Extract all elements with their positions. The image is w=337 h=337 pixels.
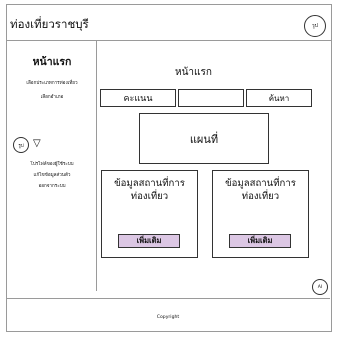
score-button[interactable]: คะแนน — [100, 89, 176, 107]
header-avatar[interactable]: รูป — [304, 15, 326, 37]
place-card-title-line1: ข้อมูลสถานที่การ — [225, 178, 296, 189]
ai-chat-button[interactable]: AI — [312, 279, 328, 295]
place-card-title: ข้อมูลสถานที่การ ท่องเที่ยว — [213, 177, 308, 203]
sidebar-item-profile[interactable]: โปรไฟล์ของผู้ใช้ระบบ — [7, 161, 97, 168]
sidebar-title[interactable]: หน้าแรก — [7, 53, 97, 70]
place-card-title-line2: ท่องเที่ยว — [130, 191, 169, 202]
sidebar-item-edit-profile[interactable]: แก้ไขข้อมูลส่วนตัว — [7, 172, 97, 179]
sidebar-item-travel-type[interactable]: เลือกประเภทการท่องเที่ยว — [7, 80, 97, 87]
place-card: ข้อมูลสถานที่การ ท่องเที่ยว เพิ่มเติม — [212, 170, 309, 258]
chevron-down-icon[interactable]: ▽ — [33, 137, 41, 151]
place-card-title: ข้อมูลสถานที่การ ท่องเที่ยว — [102, 177, 197, 203]
sidebar-avatar[interactable]: รูป — [13, 137, 29, 153]
more-button[interactable]: เพิ่มเติม — [229, 234, 291, 248]
sidebar-item-district[interactable]: เลือกอำเภอ — [7, 94, 97, 101]
header: ท่องเที่ยวราชบุรี รูป — [7, 5, 331, 41]
place-card: ข้อมูลสถานที่การ ท่องเที่ยว เพิ่มเติม — [101, 170, 198, 258]
place-card-title-line2: ท่องเที่ยว — [241, 191, 280, 202]
map-panel[interactable]: แผนที่ — [139, 113, 269, 164]
sidebar-item-logout[interactable]: ออกจากระบบ — [7, 183, 97, 190]
page-title: หน้าแรก — [175, 67, 212, 78]
search-button[interactable]: ค้นหา — [246, 89, 312, 107]
place-card-title-line1: ข้อมูลสถานที่การ — [114, 178, 185, 189]
search-input[interactable] — [178, 89, 244, 107]
page-frame: ท่องเที่ยวราชบุรี รูป หน้าแรก เลือกประเภ… — [6, 4, 332, 332]
sidebar: หน้าแรก เลือกประเภทการท่องเที่ยว เลือกอำ… — [7, 41, 97, 291]
site-title: ท่องเที่ยวราชบุรี — [10, 17, 89, 31]
more-button[interactable]: เพิ่มเติม — [118, 234, 180, 248]
